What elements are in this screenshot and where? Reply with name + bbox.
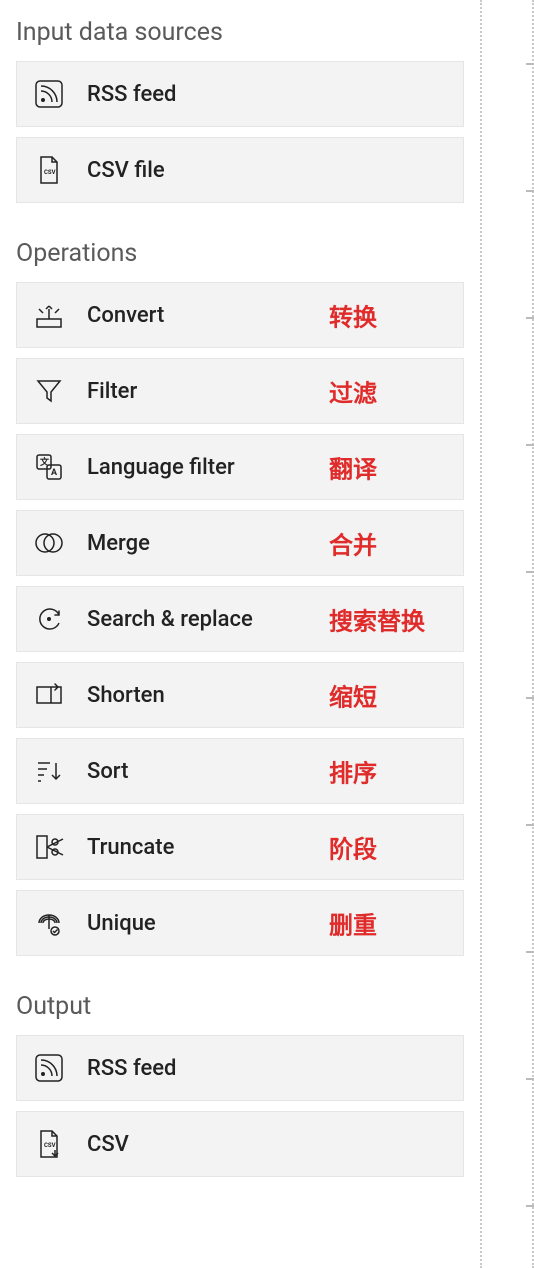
item-sort[interactable]: Sort 排序 xyxy=(16,738,464,804)
section-operations: Operations Convert 转换 Filter 过滤 文A Langu… xyxy=(16,239,464,956)
toolbox-panel: Input data sources RSS feed CSV CSV file… xyxy=(0,0,480,1177)
filter-icon xyxy=(29,371,69,411)
section-title-output: Output xyxy=(16,992,464,1021)
item-rss-feed-input[interactable]: RSS feed xyxy=(16,61,464,127)
ruler xyxy=(480,0,534,1268)
item-label: Unique xyxy=(87,911,156,936)
shorten-icon xyxy=(29,675,69,715)
item-label: Search & replace xyxy=(87,607,253,632)
item-convert[interactable]: Convert 转换 xyxy=(16,282,464,348)
item-shorten[interactable]: Shorten 缩短 xyxy=(16,662,464,728)
annotation: 阶段 xyxy=(329,830,377,865)
annotation: 过滤 xyxy=(329,374,377,409)
csv-download-icon: CSV xyxy=(29,1124,69,1164)
convert-icon xyxy=(29,295,69,335)
section-output: Output RSS feed CSV CSV xyxy=(16,992,464,1177)
sort-icon xyxy=(29,751,69,791)
item-unique[interactable]: Unique 删重 xyxy=(16,890,464,956)
item-label: Sort xyxy=(87,759,128,784)
item-label: RSS feed xyxy=(87,1056,176,1081)
item-filter[interactable]: Filter 过滤 xyxy=(16,358,464,424)
csv-file-icon: CSV xyxy=(29,150,69,190)
item-truncate[interactable]: Truncate 阶段 xyxy=(16,814,464,880)
item-search-replace[interactable]: Search & replace 搜索替换 xyxy=(16,586,464,652)
rss-icon xyxy=(29,74,69,114)
annotation: 排序 xyxy=(329,754,377,789)
svg-text:CSV: CSV xyxy=(44,1142,56,1149)
annotation: 转换 xyxy=(329,298,377,333)
search-replace-icon xyxy=(29,599,69,639)
annotation: 缩短 xyxy=(329,678,377,713)
language-filter-icon: 文A xyxy=(29,447,69,487)
merge-icon xyxy=(29,523,69,563)
item-label: Filter xyxy=(87,379,137,404)
annotation: 翻译 xyxy=(329,450,377,485)
item-csv-output[interactable]: CSV CSV xyxy=(16,1111,464,1177)
annotation: 合并 xyxy=(329,526,377,561)
item-language-filter[interactable]: 文A Language filter 翻译 xyxy=(16,434,464,500)
item-label: Merge xyxy=(87,531,150,556)
svg-text:A: A xyxy=(51,468,58,478)
item-label: Convert xyxy=(87,303,164,328)
item-rss-feed-output[interactable]: RSS feed xyxy=(16,1035,464,1101)
annotation: 搜索替换 xyxy=(329,602,425,637)
item-label: CSV xyxy=(87,1132,129,1157)
annotation: 删重 xyxy=(329,906,377,941)
item-merge[interactable]: Merge 合并 xyxy=(16,510,464,576)
section-input: Input data sources RSS feed CSV CSV file xyxy=(16,18,464,203)
item-label: CSV file xyxy=(87,158,165,183)
svg-text:文: 文 xyxy=(39,456,50,468)
truncate-icon xyxy=(29,827,69,867)
section-title-operations: Operations xyxy=(16,239,464,268)
rss-icon xyxy=(29,1048,69,1088)
item-label: Truncate xyxy=(87,835,174,860)
item-csv-file-input[interactable]: CSV CSV file xyxy=(16,137,464,203)
section-title-input: Input data sources xyxy=(16,18,464,47)
item-label: Shorten xyxy=(87,683,165,708)
item-label: RSS feed xyxy=(87,82,176,107)
svg-text:CSV: CSV xyxy=(44,169,56,176)
item-label: Language filter xyxy=(87,455,235,480)
unique-icon xyxy=(29,903,69,943)
